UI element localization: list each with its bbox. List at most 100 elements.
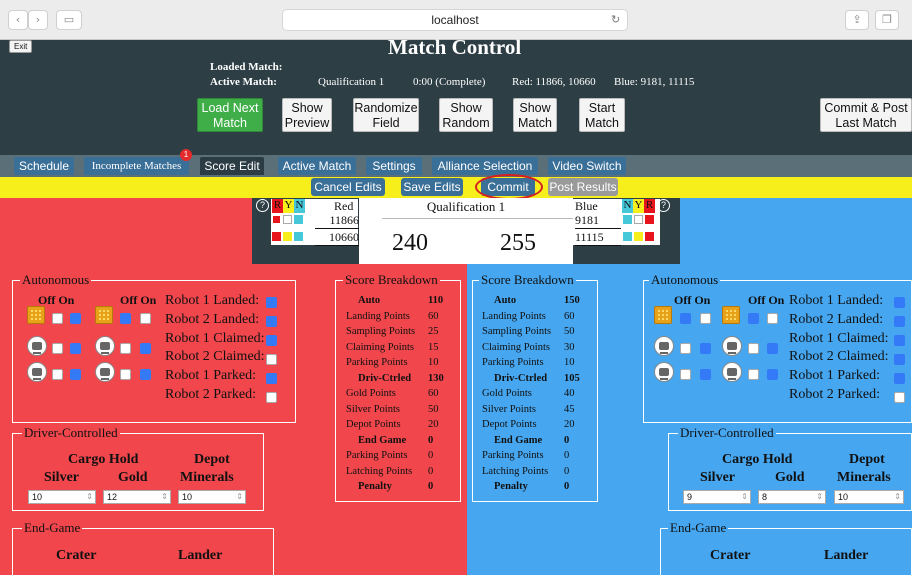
randomize-field-button[interactable]: Randomize Field	[353, 98, 419, 132]
save-edits-button[interactable]: Save Edits	[401, 178, 463, 196]
blue-team2-card-n[interactable]	[623, 232, 632, 241]
blue-endgame-legend: End-Game	[668, 520, 729, 536]
red-silver-input[interactable]: 10	[28, 490, 96, 504]
blue-sample2-off-checkbox[interactable]	[748, 313, 759, 324]
tab-video-switch[interactable]: Video Switch	[548, 157, 626, 175]
blue-robot1-landed-checkbox[interactable]	[894, 297, 905, 308]
red-breakdown-label: Penalty	[358, 481, 392, 492]
forward-icon[interactable]: ›	[28, 10, 48, 30]
red-sample2-on-checkbox[interactable]	[140, 313, 151, 324]
red-team2-card-r[interactable]	[272, 232, 281, 241]
blue-breakdown-value: 150	[564, 295, 580, 306]
red-park2-on-checkbox[interactable]	[140, 369, 151, 380]
scoreboard: ? R Y N Red 11866 10660 Qualification 1 …	[252, 198, 680, 264]
blue-claim1-off-checkbox[interactable]	[680, 343, 691, 354]
blue-park2-off-checkbox[interactable]	[748, 369, 759, 380]
blue-depot-input[interactable]: 10	[834, 490, 904, 504]
red-park2-off-checkbox[interactable]	[120, 369, 131, 380]
blue-lander-label: Lander	[824, 548, 869, 563]
blue-park1-on-checkbox[interactable]	[700, 369, 711, 380]
blue-team1-card-y[interactable]	[634, 215, 643, 224]
exit-button[interactable]: Exit	[9, 40, 33, 53]
red-team1-card-y[interactable]	[283, 215, 292, 224]
red-robot1-claimed-checkbox[interactable]	[266, 335, 277, 346]
sidebar-icon[interactable]: ▭	[56, 10, 82, 30]
red-robot2-landed-checkbox[interactable]	[266, 316, 277, 327]
blue-breakdown-label: Driv-Ctrled	[494, 372, 548, 384]
help-icon[interactable]: ?	[256, 199, 269, 212]
red-gold-input[interactable]: 12	[103, 490, 171, 504]
blue-breakdown-row: End Game 0	[482, 433, 592, 449]
red-robot1-landed-checkbox[interactable]	[266, 297, 277, 308]
blue-claim2-off-checkbox[interactable]	[748, 343, 759, 354]
blue-breakdown-label: Parking Points	[482, 450, 544, 461]
blue-team2-card-y[interactable]	[634, 232, 643, 241]
loaded-match-label: Loaded Match:	[210, 61, 283, 73]
blue-breakdown-row: Silver Points 45	[482, 402, 592, 418]
blue-robot2-parked-checkbox[interactable]	[894, 392, 905, 403]
blue-robot1-parked-checkbox[interactable]	[894, 373, 905, 384]
commit-post-last-match-button[interactable]: Commit & Post Last Match	[820, 98, 912, 132]
red-team2-card-y[interactable]	[283, 232, 292, 241]
red-team1-card-n[interactable]	[294, 215, 303, 224]
blue-team1-card-n[interactable]	[623, 215, 632, 224]
start-match-button[interactable]: Start Match	[579, 98, 625, 132]
red-breakdown-label: Auto	[358, 295, 381, 306]
red-claim1-on-checkbox[interactable]	[70, 343, 81, 354]
blue-team2-card-r[interactable]	[645, 232, 654, 241]
blue-sample1-off-checkbox[interactable]	[680, 313, 691, 324]
tab-incomplete-matches[interactable]: Incomplete Matches	[84, 157, 189, 175]
tab-schedule[interactable]: Schedule	[14, 157, 74, 175]
red-claim2-on-checkbox[interactable]	[140, 343, 151, 354]
blue-robot1-claimed-checkbox[interactable]	[894, 335, 905, 346]
red-robot1-parked-checkbox[interactable]	[266, 373, 277, 384]
red-depot-input[interactable]: 10	[178, 490, 246, 504]
red-park1-on-checkbox[interactable]	[70, 369, 81, 380]
help-icon[interactable]: ?	[657, 199, 670, 212]
blue-gold-input[interactable]: 8	[758, 490, 826, 504]
red-breakdown-value: 25	[428, 326, 439, 337]
tabs-icon[interactable]: ❐	[875, 10, 899, 30]
red-park1-off-checkbox[interactable]	[52, 369, 63, 380]
address-bar[interactable]: localhost	[282, 9, 628, 31]
red-robot2-parked-label: Robot 2 Parked:	[165, 386, 256, 402]
blue-claim2-on-checkbox[interactable]	[767, 343, 778, 354]
tab-settings[interactable]: Settings	[366, 157, 422, 175]
red-robot2-claimed-checkbox[interactable]	[266, 354, 277, 365]
back-icon[interactable]: ‹	[8, 10, 28, 30]
blue-claim1-on-checkbox[interactable]	[700, 343, 711, 354]
red-sample2-off-checkbox[interactable]	[120, 313, 131, 324]
red-claim1-off-checkbox[interactable]	[52, 343, 63, 354]
blue-sample2-on-checkbox[interactable]	[767, 313, 778, 324]
blue-breakdown-value: 20	[564, 419, 575, 430]
blue-park2-on-checkbox[interactable]	[767, 369, 778, 380]
show-random-button[interactable]: Show Random	[439, 98, 493, 132]
blue-robot2-landed-checkbox[interactable]	[894, 316, 905, 327]
red-team1-card-r[interactable]	[272, 215, 281, 224]
robot-park-icon	[95, 362, 115, 382]
load-next-match-button[interactable]: Load Next Match	[197, 98, 263, 132]
red-sample1-off-checkbox[interactable]	[52, 313, 63, 324]
blue-breakdown-label: Claiming Points	[482, 341, 550, 353]
cancel-edits-button[interactable]: Cancel Edits	[311, 178, 385, 196]
blue-sample1-on-checkbox[interactable]	[700, 313, 711, 324]
blue-park1-off-checkbox[interactable]	[680, 369, 691, 380]
mineral-sample-icon	[722, 306, 740, 324]
tab-score-edit[interactable]: Score Edit	[200, 157, 264, 175]
blue-breakdown-row: Gold Points 40	[482, 386, 592, 402]
red-robot2-parked-checkbox[interactable]	[266, 392, 277, 403]
share-icon[interactable]: ⇪	[845, 10, 869, 30]
show-match-button[interactable]: Show Match	[513, 98, 557, 132]
red-team2-card-n[interactable]	[294, 232, 303, 241]
blue-silver-input[interactable]: 9	[683, 490, 751, 504]
tab-alliance-selection[interactable]: Alliance Selection	[432, 157, 538, 175]
post-results-button[interactable]: Post Results	[548, 178, 618, 196]
show-preview-button[interactable]: Show Preview	[282, 98, 332, 132]
tab-active-match[interactable]: Active Match	[278, 157, 356, 175]
reload-icon[interactable]: ↻	[611, 13, 620, 26]
blue-team1-card-r[interactable]	[645, 215, 654, 224]
red-claim2-off-checkbox[interactable]	[120, 343, 131, 354]
red-sample1-on-checkbox[interactable]	[70, 313, 81, 324]
blue-robot2-claimed-checkbox[interactable]	[894, 354, 905, 365]
red-breakdown-row: Auto 110	[346, 293, 456, 309]
